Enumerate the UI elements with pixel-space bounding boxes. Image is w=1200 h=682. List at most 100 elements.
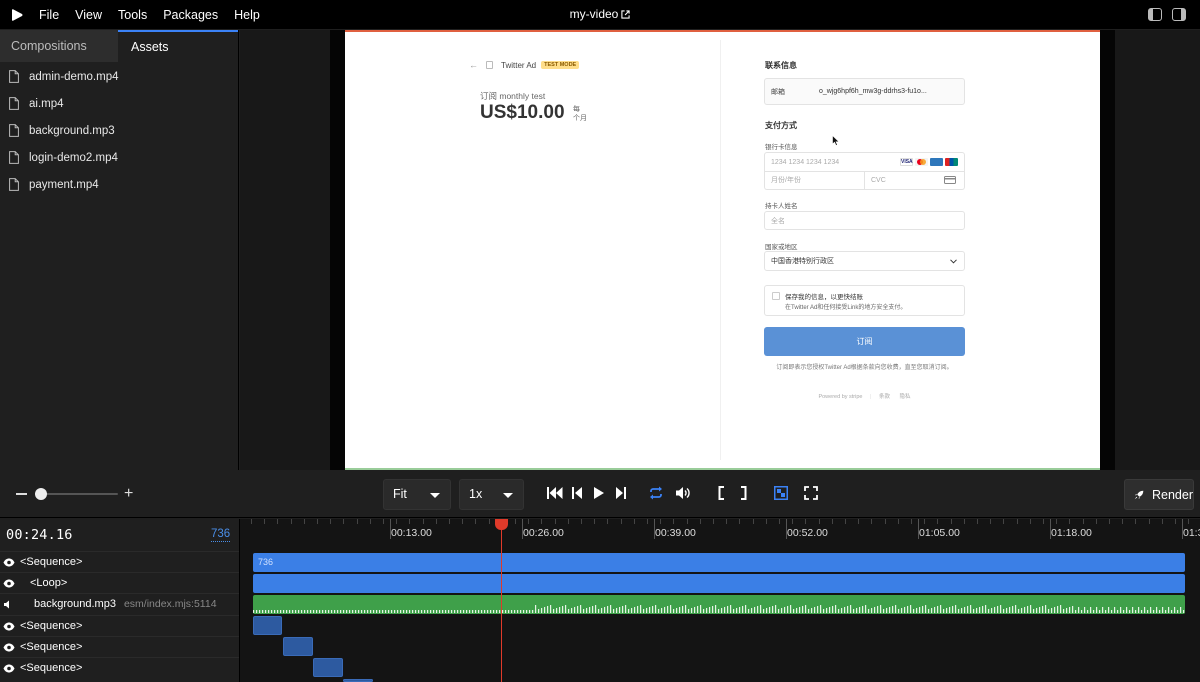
ruler-tick	[964, 519, 965, 524]
file-icon	[9, 178, 19, 191]
card-info-label: 银行卡信息	[765, 144, 798, 151]
tab-assets[interactable]: Assets	[118, 30, 238, 62]
ruler-tick	[687, 519, 688, 524]
cardholder-field: 全名	[764, 211, 965, 230]
ruler-tick	[317, 519, 318, 524]
sequence-clip[interactable]	[253, 616, 282, 635]
menu-packages[interactable]: Packages	[163, 8, 218, 22]
out-point-icon[interactable]	[740, 486, 747, 500]
track-row[interactable]: <Sequence>	[0, 615, 239, 636]
expiry-placeholder: 月份/年份	[765, 171, 865, 189]
eye-icon[interactable]	[3, 643, 15, 652]
ruler-tick	[1175, 519, 1176, 524]
zoom-in-icon[interactable]: +	[124, 486, 133, 502]
ruler-tick	[568, 519, 569, 524]
ruler-tick	[423, 519, 424, 524]
track-label: <Loop>	[30, 577, 68, 589]
timeline-track-list: 00:24.16 736 <Sequence> <Loop> backgroun…	[0, 519, 240, 682]
country-select: 中国香港特别行政区	[764, 251, 965, 271]
track-row[interactable]: background.mp3 esm/index.mjs:5114	[0, 593, 239, 614]
track-row[interactable]: <Sequence>	[0, 551, 239, 572]
render-button[interactable]: Render	[1124, 479, 1194, 510]
eye-icon[interactable]	[3, 579, 15, 588]
ruler-tick	[990, 519, 991, 524]
menu-help[interactable]: Help	[234, 8, 260, 22]
playhead-line[interactable]	[501, 519, 502, 682]
timeline: 00:24.16 736 <Sequence> <Loop> backgroun…	[0, 519, 1200, 682]
current-frame[interactable]: 736	[211, 528, 231, 542]
card-expiry-cvc-row: 月份/年份 CVC	[764, 171, 965, 190]
ruler-label: 01:3	[1183, 527, 1200, 539]
volume-icon[interactable]	[675, 486, 691, 500]
ruler-tick	[621, 519, 622, 524]
speaker-icon[interactable]	[3, 600, 15, 609]
sequence-clip[interactable]	[283, 637, 313, 656]
track-row[interactable]: <Sequence>	[0, 636, 239, 657]
unionpay-icon	[945, 158, 958, 166]
track-row[interactable]: <Sequence>	[0, 657, 239, 678]
timeline-ruler[interactable]: 00:13.00 00:26.00 00:39.00 00:52.00 01:0…	[241, 519, 1200, 549]
eye-icon[interactable]	[3, 622, 15, 631]
file-icon	[9, 151, 19, 164]
fullscreen-icon[interactable]	[804, 486, 818, 500]
eye-icon[interactable]	[3, 664, 15, 673]
toggle-right-sidebar-icon[interactable]	[1172, 8, 1186, 21]
asset-item[interactable]: login-demo2.mp4	[0, 144, 238, 171]
menu-file[interactable]: File	[39, 8, 59, 22]
zoom-slider-handle[interactable]	[35, 488, 47, 500]
ruler-tick	[594, 519, 595, 524]
billing-period-line1: 每	[573, 106, 580, 113]
jump-to-start-icon[interactable]	[547, 486, 563, 500]
clip-label: 736	[258, 557, 274, 567]
ruler-tick	[1056, 519, 1057, 524]
sequence-clip[interactable]: 736	[253, 553, 1185, 572]
checkout-divider	[720, 40, 721, 460]
ruler-tick	[845, 519, 846, 524]
fit-select[interactable]: Fit	[383, 479, 451, 510]
email-label: 邮箱	[771, 88, 785, 96]
ruler-tick	[541, 519, 542, 524]
ruler-tick	[858, 519, 859, 524]
zoom-slider-track[interactable]	[36, 493, 118, 495]
checkerboard-icon[interactable]	[774, 486, 788, 500]
price: US$10.00	[480, 102, 565, 123]
speed-select[interactable]: 1x	[459, 479, 524, 510]
asset-item[interactable]: background.mp3	[0, 117, 238, 144]
asset-item[interactable]: payment.mp4	[0, 171, 238, 198]
ruler-tick	[383, 519, 384, 524]
menu-view[interactable]: View	[75, 8, 102, 22]
project-title-link[interactable]: my-video	[570, 7, 631, 21]
ruler-tick	[951, 519, 952, 524]
asset-item[interactable]: admin-demo.mp4	[0, 63, 238, 90]
zoom-out-icon[interactable]	[16, 493, 27, 495]
card-brand-icons: VISA	[900, 158, 958, 166]
toggle-left-sidebar-icon[interactable]	[1148, 8, 1162, 21]
audio-waveform	[253, 605, 1185, 613]
remotion-logo-icon[interactable]	[11, 8, 23, 21]
loop-icon[interactable]	[648, 486, 664, 500]
eye-icon[interactable]	[3, 558, 15, 567]
ruler-tick	[330, 519, 331, 524]
loop-clip[interactable]	[253, 574, 1185, 593]
amex-icon	[930, 158, 943, 166]
ruler-tick	[489, 519, 490, 524]
render-label: Render	[1152, 487, 1193, 502]
tab-compositions[interactable]: Compositions	[0, 30, 118, 62]
audio-clip[interactable]	[253, 595, 1185, 614]
asset-item[interactable]: ai.mp4	[0, 90, 238, 117]
subscribe-button: 订阅	[764, 327, 965, 356]
ruler-tick	[647, 519, 648, 524]
play-icon[interactable]	[593, 486, 605, 500]
step-back-icon[interactable]	[572, 486, 583, 500]
ruler-tick	[1069, 519, 1070, 524]
ruler-tick	[291, 519, 292, 524]
menu-tools[interactable]: Tools	[118, 8, 147, 22]
playhead-handle[interactable]	[495, 519, 508, 530]
country-value: 中国香港特别行政区	[771, 258, 834, 265]
sequence-clip[interactable]	[313, 658, 343, 677]
step-forward-icon[interactable]	[615, 486, 626, 500]
ruler-tick	[1135, 519, 1136, 524]
in-point-icon[interactable]	[718, 486, 725, 500]
track-row[interactable]: <Loop>	[0, 572, 239, 593]
cvc-card-icon	[944, 176, 956, 184]
